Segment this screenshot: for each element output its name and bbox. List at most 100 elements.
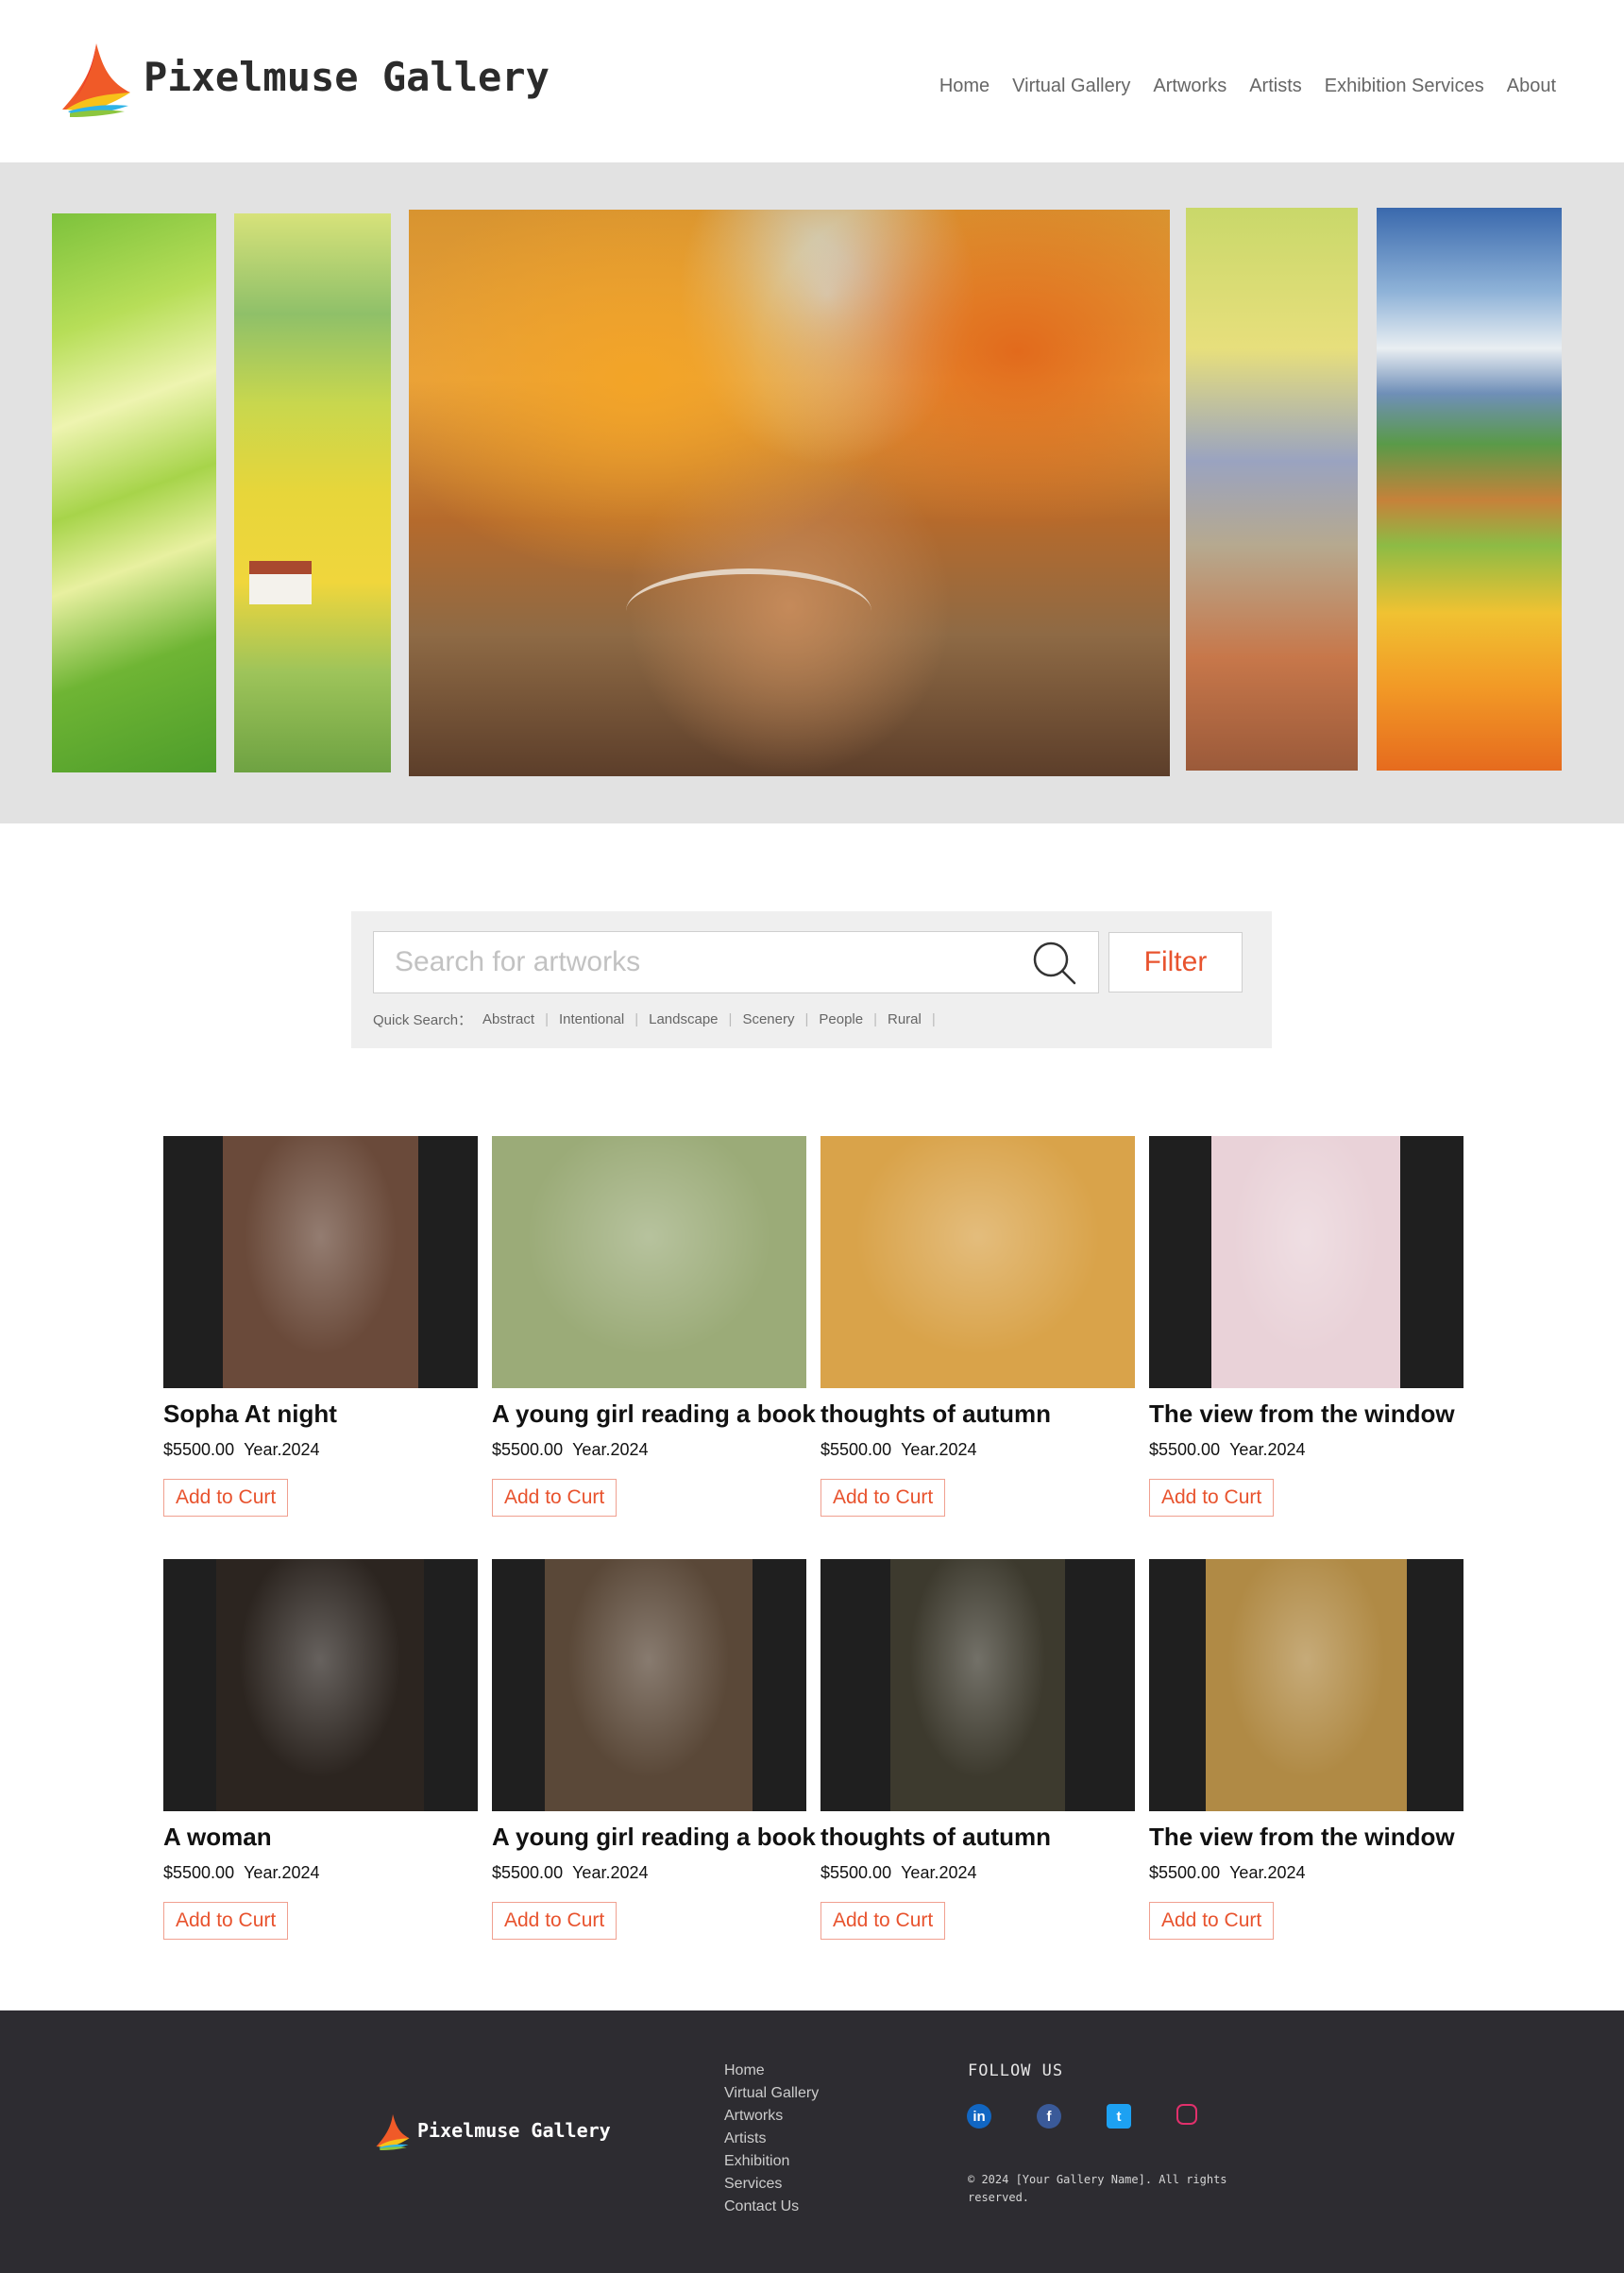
artwork-image[interactable] — [492, 1136, 806, 1388]
artwork-card[interactable]: A young girl reading a book $5500.00 Year… — [492, 1559, 816, 1940]
brand-logo[interactable]: Pixelmuse Gallery — [59, 36, 550, 117]
artwork-title: thoughts of autumn — [820, 1823, 1052, 1851]
quick-tag-people[interactable]: People — [819, 1011, 863, 1027]
artwork-image[interactable] — [1149, 1136, 1463, 1388]
artwork-card[interactable]: A young girl reading a book $5500.00 Year… — [492, 1136, 816, 1517]
artwork-card[interactable]: Sopha At night $5500.00 Year.2024 Add to … — [163, 1136, 478, 1517]
filter-button[interactable]: Filter — [1108, 932, 1243, 992]
copyright-text: © 2024 [Your Gallery Name]. All rights r… — [968, 2173, 1227, 2204]
twitter-icon[interactable]: t — [1107, 2104, 1131, 2129]
artwork-meta: $5500.00 Year.2024 — [163, 1863, 478, 1883]
quick-tag-intentional[interactable]: Intentional — [559, 1011, 624, 1027]
artwork-painting — [223, 1136, 418, 1388]
nav-home[interactable]: Home — [939, 76, 990, 97]
add-to-cart-button[interactable]: Add to Curt — [163, 1902, 289, 1940]
tag-separator: | — [873, 1011, 877, 1027]
artwork-year: Year.2024 — [244, 1440, 320, 1459]
footer-link-artworks[interactable]: Artworks — [724, 2105, 819, 2128]
hero-panel-countryside[interactable] — [1377, 208, 1562, 771]
add-to-cart-button[interactable]: Add to Curt — [492, 1479, 617, 1517]
artwork-image[interactable] — [163, 1136, 478, 1388]
footer-link-exhibition[interactable]: Exhibition — [724, 2150, 819, 2173]
footer-link-home[interactable]: Home — [724, 2060, 819, 2082]
quick-tag-rural[interactable]: Rural — [888, 1011, 922, 1027]
brand-name: Pixelmuse Gallery — [144, 53, 550, 100]
linkedin-icon[interactable]: in — [967, 2104, 991, 2129]
artwork-painting — [820, 1136, 1135, 1388]
artwork-title: Sopha At night — [163, 1399, 337, 1428]
follow-us-label: FOLLOW US — [968, 2061, 1064, 2080]
nav-virtual-gallery[interactable]: Virtual Gallery — [1012, 76, 1130, 97]
footer-links: Home Virtual Gallery Artworks Artists Ex… — [724, 2060, 819, 2218]
bridge-shape — [626, 568, 871, 653]
add-to-cart-button[interactable]: Add to Curt — [1149, 1902, 1275, 1940]
logo-wing-icon — [376, 2113, 410, 2150]
facebook-icon[interactable]: f — [1037, 2104, 1061, 2129]
artwork-price: $5500.00 — [1149, 1863, 1221, 1882]
tag-separator: | — [931, 1011, 936, 1027]
artwork-price: $5500.00 — [1149, 1440, 1221, 1459]
main-nav: Home Virtual Gallery Artworks Artists Ex… — [917, 76, 1556, 97]
artwork-title: thoughts of autumn — [820, 1399, 1052, 1428]
quick-tag-abstract[interactable]: Abstract — [482, 1011, 534, 1027]
artwork-title: A young girl reading a book — [492, 1823, 816, 1851]
footer-logo[interactable]: Pixelmuse Gallery — [374, 2111, 611, 2150]
artwork-image[interactable] — [820, 1136, 1135, 1388]
quick-tag-scenery[interactable]: Scenery — [742, 1011, 794, 1027]
artwork-card[interactable]: The view from the window $5500.00 Year.20… — [1149, 1559, 1463, 1940]
artwork-meta: $5500.00 Year.2024 — [820, 1440, 1135, 1460]
footer-link-artists[interactable]: Artists — [724, 2128, 819, 2150]
artwork-painting — [890, 1559, 1065, 1811]
artwork-image[interactable] — [492, 1559, 806, 1811]
artwork-card[interactable]: A woman $5500.00 Year.2024 Add to Curt — [163, 1559, 478, 1940]
nav-artworks[interactable]: Artworks — [1153, 76, 1226, 97]
instagram-icon[interactable] — [1176, 2104, 1197, 2125]
add-to-cart-button[interactable]: Add to Curt — [492, 1902, 617, 1940]
quick-tag-landscape[interactable]: Landscape — [649, 1011, 718, 1027]
artwork-image[interactable] — [1149, 1559, 1463, 1811]
site-header: Pixelmuse Gallery Home Virtual Gallery A… — [0, 0, 1624, 162]
tag-separator: | — [728, 1011, 733, 1027]
search-icon[interactable] — [1031, 940, 1078, 987]
social-links: in f t — [967, 2104, 1243, 2129]
tag-separator: | — [804, 1011, 809, 1027]
artwork-card[interactable]: thoughts of autumn $5500.00 Year.2024 Add… — [820, 1136, 1135, 1517]
footer-brand-name: Pixelmuse Gallery — [417, 2119, 611, 2142]
search-panel: Filter Quick Search： Abstract | Intention… — [351, 911, 1272, 1048]
hero-panel-birch-trees[interactable] — [1186, 208, 1358, 771]
quick-search-label: Quick Search： — [373, 1012, 473, 1028]
add-to-cart-button[interactable]: Add to Curt — [1149, 1479, 1275, 1517]
nav-exhibition-services[interactable]: Exhibition Services — [1325, 76, 1484, 97]
artwork-image[interactable] — [163, 1559, 478, 1811]
hero-panel-yellow-field[interactable] — [234, 213, 391, 772]
nav-artists[interactable]: Artists — [1249, 76, 1302, 97]
hero-panel-autumn-bridge[interactable] — [409, 210, 1170, 776]
artwork-year: Year.2024 — [572, 1440, 649, 1459]
artwork-year: Year.2024 — [1229, 1863, 1306, 1882]
artwork-image[interactable] — [820, 1559, 1135, 1811]
add-to-cart-button[interactable]: Add to Curt — [163, 1479, 289, 1517]
artwork-year: Year.2024 — [901, 1440, 977, 1459]
add-to-cart-button[interactable]: Add to Curt — [820, 1479, 946, 1517]
hero-panel-green-swallows[interactable] — [52, 213, 216, 772]
nav-about[interactable]: About — [1507, 76, 1556, 97]
artwork-painting — [1206, 1559, 1407, 1811]
artwork-title: The view from the window — [1149, 1823, 1455, 1851]
artwork-price: $5500.00 — [163, 1863, 235, 1882]
footer-link-contact[interactable]: Contact Us — [724, 2196, 819, 2218]
artwork-card[interactable]: The view from the window $5500.00 Year.20… — [1149, 1136, 1463, 1517]
artwork-price: $5500.00 — [820, 1863, 892, 1882]
artwork-meta: $5500.00 Year.2024 — [492, 1863, 806, 1883]
artwork-meta: $5500.00 Year.2024 — [820, 1863, 1135, 1883]
footer-link-services[interactable]: Services — [724, 2173, 819, 2196]
search-input[interactable] — [373, 931, 1099, 993]
artwork-card[interactable]: thoughts of autumn $5500.00 Year.2024 Add… — [820, 1559, 1135, 1940]
hero-carousel — [0, 162, 1624, 823]
artwork-painting — [216, 1559, 424, 1811]
artwork-price: $5500.00 — [820, 1440, 892, 1459]
add-to-cart-button[interactable]: Add to Curt — [820, 1902, 946, 1940]
artwork-year: Year.2024 — [1229, 1440, 1306, 1459]
footer-link-virtual-gallery[interactable]: Virtual Gallery — [724, 2082, 819, 2105]
tag-separator: | — [545, 1011, 549, 1027]
site-footer: Pixelmuse Gallery Home Virtual Gallery A… — [0, 2010, 1624, 2273]
